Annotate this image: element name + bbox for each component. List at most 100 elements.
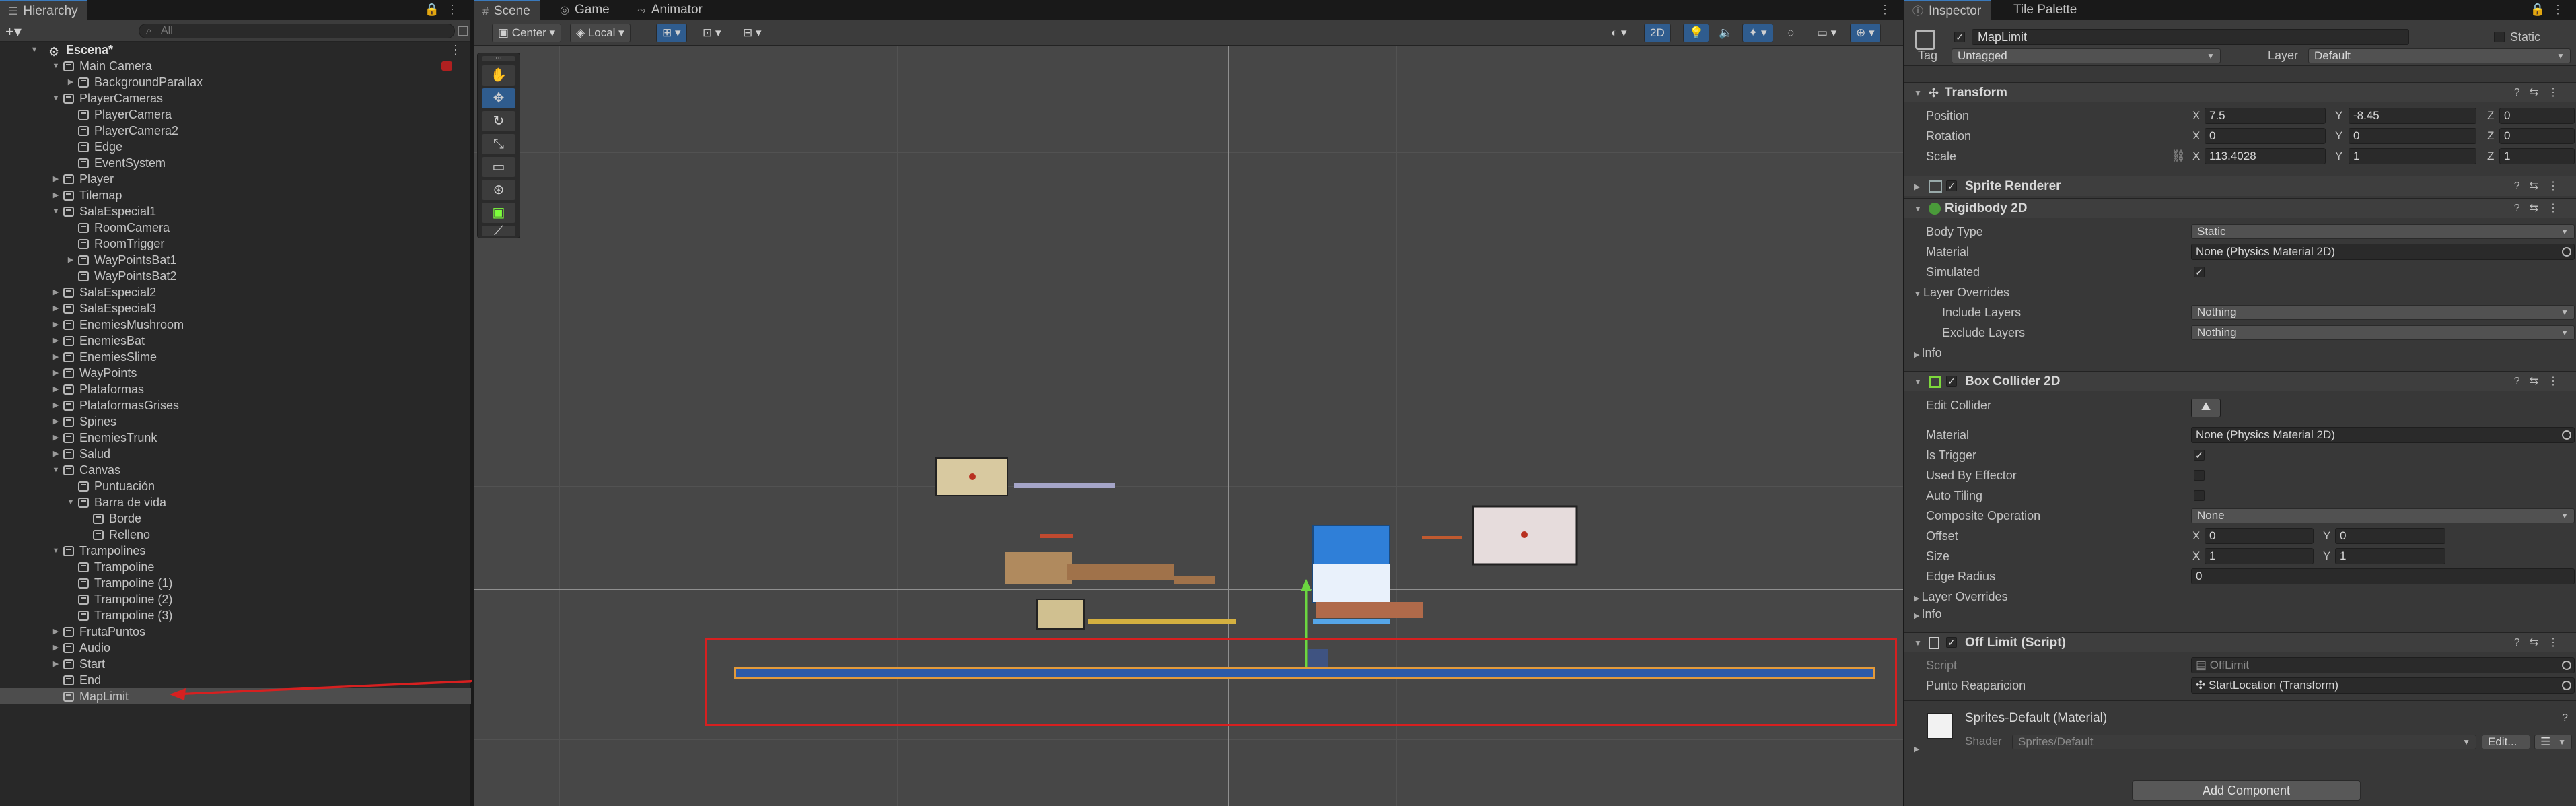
rotate-tool-button[interactable]: ↻ [482,111,515,131]
used-by-effector-checkbox[interactable] [2194,470,2205,481]
offset-y-field[interactable]: 0 [2335,528,2445,544]
bc-material-value: None (Physics Material 2D) [2196,428,2335,441]
tool-strip-handle[interactable]: ⋯ [482,55,515,62]
mode-2d-toggle[interactable]: 2D [1644,24,1671,42]
inspector-panel: ⓘ Inspector Tile Palette 🔒⋮ ✓ MapLimit St… [1904,0,2576,806]
camera-dropdown[interactable]: ▭ ▾ [1811,24,1842,42]
align-button[interactable]: ⊟ ▾ [737,24,768,42]
pivot-center-dropdown[interactable]: ▣ Center ▾ [492,24,562,42]
scale-x-field[interactable]: 113.4028 [2205,148,2326,164]
punto-reaparicion-value: StartLocation (Transform) [2208,679,2339,692]
body-type-dropdown[interactable]: Static ▼ [2191,224,2575,239]
chevron-down-icon: ▼ [2561,308,2569,317]
is-trigger-checkbox[interactable]: ✓ [2194,450,2205,461]
shader-edit-button[interactable]: Edit... [2482,735,2530,749]
object-picker-icon[interactable] [2562,681,2571,690]
rb-layer-overrides-label[interactable]: ▼ Layer Overrides [1914,284,2009,302]
rotation-z-field[interactable]: 0 [2499,128,2575,144]
gizmos-dropdown[interactable]: ⊕ ▾ [1850,24,1881,42]
tab-tile-palette[interactable]: Tile Palette [2005,0,2086,20]
position-y-field[interactable]: -8.45 [2349,108,2476,124]
expand-arrow-icon[interactable]: ▶ [1914,741,1919,758]
component-menu-icons[interactable]: ?⇆⋮ [2514,176,2568,197]
position-x-field[interactable]: 7.5 [2205,108,2326,124]
object-picker-icon[interactable] [2562,430,2571,440]
composite-dropdown[interactable]: None ▼ [2191,508,2575,523]
component-menu-icons[interactable]: ?⇆⋮ [2514,83,2568,103]
component-menu-icons[interactable]: ?⇆⋮ [2514,372,2568,392]
link-icon[interactable]: ⛓ [2171,148,2186,164]
custom-tool-button[interactable]: ⟋ [482,224,515,238]
composite-label: Composite Operation [1926,509,2041,523]
edit-shape-icon: ⛰ [2201,400,2211,413]
sprite-renderer-icon [1929,180,1942,193]
transform-header[interactable]: ▼ ✣ Transform ?⇆⋮ [1904,82,2576,102]
exclude-layers-value: Nothing [2197,326,2237,339]
position-z-field[interactable]: 0 [2499,108,2575,124]
space-local-dropdown[interactable]: ◈ Local ▾ [570,24,631,42]
bc-layer-overrides-foldout[interactable]: ▶ Layer Overrides [1914,589,2008,607]
scene-menu-icon[interactable]: ⋮ [1879,3,1898,17]
scale-y-field[interactable]: 1 [2349,148,2476,164]
tag-dropdown[interactable]: Untagged ▼ [1952,48,2221,63]
tab-game[interactable]: ◎ Game [552,0,619,20]
offset-x-field[interactable]: 0 [2205,528,2314,544]
rb-info-foldout[interactable]: ▶ Info [1914,345,1942,363]
edge-radius-field[interactable]: 0 [2191,568,2575,584]
draw-mode-dropdown[interactable]: ◐ ▾ [1605,24,1633,42]
snap-increment-button[interactable]: ⊡ ▾ [696,24,727,42]
grid-snap-button[interactable]: ⊞ ▾ [656,24,687,42]
edit-collider-tool-button[interactable]: ▣ [482,203,515,223]
tab-inspector[interactable]: ⓘ Inspector [1904,0,1991,20]
help-icon[interactable]: ? [2562,710,2568,727]
move-gizmo-y-arrow[interactable] [1301,579,1312,591]
effects-dropdown[interactable]: ✦ ▾ [1742,24,1773,42]
object-picker-icon[interactable] [2562,247,2571,257]
size-x-field[interactable]: 1 [2205,548,2314,564]
auto-tiling-checkbox[interactable] [2194,490,2205,501]
tab-scene[interactable]: # Scene [474,0,540,20]
script-file-icon: ▤ [2196,659,2210,671]
shader-options-dropdown[interactable]: ☰ ▼ [2534,735,2572,749]
static-checkbox[interactable] [2494,32,2505,42]
rb-material-field[interactable]: None (Physics Material 2D) [2191,244,2575,260]
rect-tool-button[interactable]: ▭ [482,157,515,177]
box-collider-header[interactable]: ▼ ✓ Box Collider 2D ?⇆⋮ [1904,371,2576,391]
transform-tool-button[interactable]: ⊛ [482,180,515,200]
include-layers-dropdown[interactable]: Nothing ▼ [2191,305,2575,320]
audio-toggle[interactable]: 🔈 [1713,24,1739,42]
mode-2d-label: 2D [1650,26,1665,39]
bc-info-foldout[interactable]: ▶ Info [1914,606,1942,624]
sprite-renderer-header[interactable]: ▶ ✓ Sprite Renderer ?⇆⋮ [1904,176,2576,196]
box-collider-enabled-checkbox[interactable]: ✓ [1946,376,1957,387]
bc-material-field[interactable]: None (Physics Material 2D) [2191,427,2575,443]
scale-z-field[interactable]: 1 [2499,148,2575,164]
rigidbody-header[interactable]: ▼ Rigidbody 2D ?⇆⋮ [1904,198,2576,218]
hand-tool-button[interactable]: ✋ [482,65,515,86]
active-checkbox[interactable]: ✓ [1954,32,1965,42]
simulated-checkbox[interactable]: ✓ [2194,267,2205,277]
shader-dropdown[interactable]: Sprites/Default ▼ [2012,735,2476,749]
lighting-toggle[interactable]: 💡 [1683,24,1710,42]
tab-animator[interactable]: ⤳ Animator [629,0,712,20]
script-enabled-checkbox[interactable]: ✓ [1946,637,1957,648]
edit-collider-button[interactable]: ⛰ [2191,399,2221,417]
component-menu-icons[interactable]: ?⇆⋮ [2514,633,2568,653]
exclude-layers-dropdown[interactable]: Nothing ▼ [2191,325,2575,340]
object-name-field[interactable]: MapLimit [1972,29,2409,45]
scene-viewport[interactable]: ⋯ ✋ ✥ ↻ ⤡ ▭ ⊛ ▣ ⟋ [474,46,1903,806]
layer-dropdown[interactable]: Default ▼ [2308,48,2571,63]
rotation-y-field[interactable]: 0 [2349,128,2476,144]
rotation-x-field[interactable]: 0 [2205,128,2326,144]
scale-tool-button[interactable]: ⤡ [482,134,515,154]
add-component-button[interactable]: Add Component [2132,780,2361,801]
move-tool-button[interactable]: ✥ [482,88,515,108]
size-label: Size [1926,549,1950,563]
component-menu-icons[interactable]: ?⇆⋮ [2514,199,2568,219]
inspector-menu-icons[interactable]: 🔒⋮ [2530,3,2571,17]
size-y-field[interactable]: 1 [2335,548,2445,564]
script-header[interactable]: ▼ ✓ Off Limit (Script) ?⇆⋮ [1904,632,2576,652]
sprite-renderer-enabled-checkbox[interactable]: ✓ [1946,180,1957,191]
punto-reaparicion-field[interactable]: ✣ StartLocation (Transform) [2191,677,2575,694]
visibility-toggle[interactable]: ◌ [1781,24,1800,42]
